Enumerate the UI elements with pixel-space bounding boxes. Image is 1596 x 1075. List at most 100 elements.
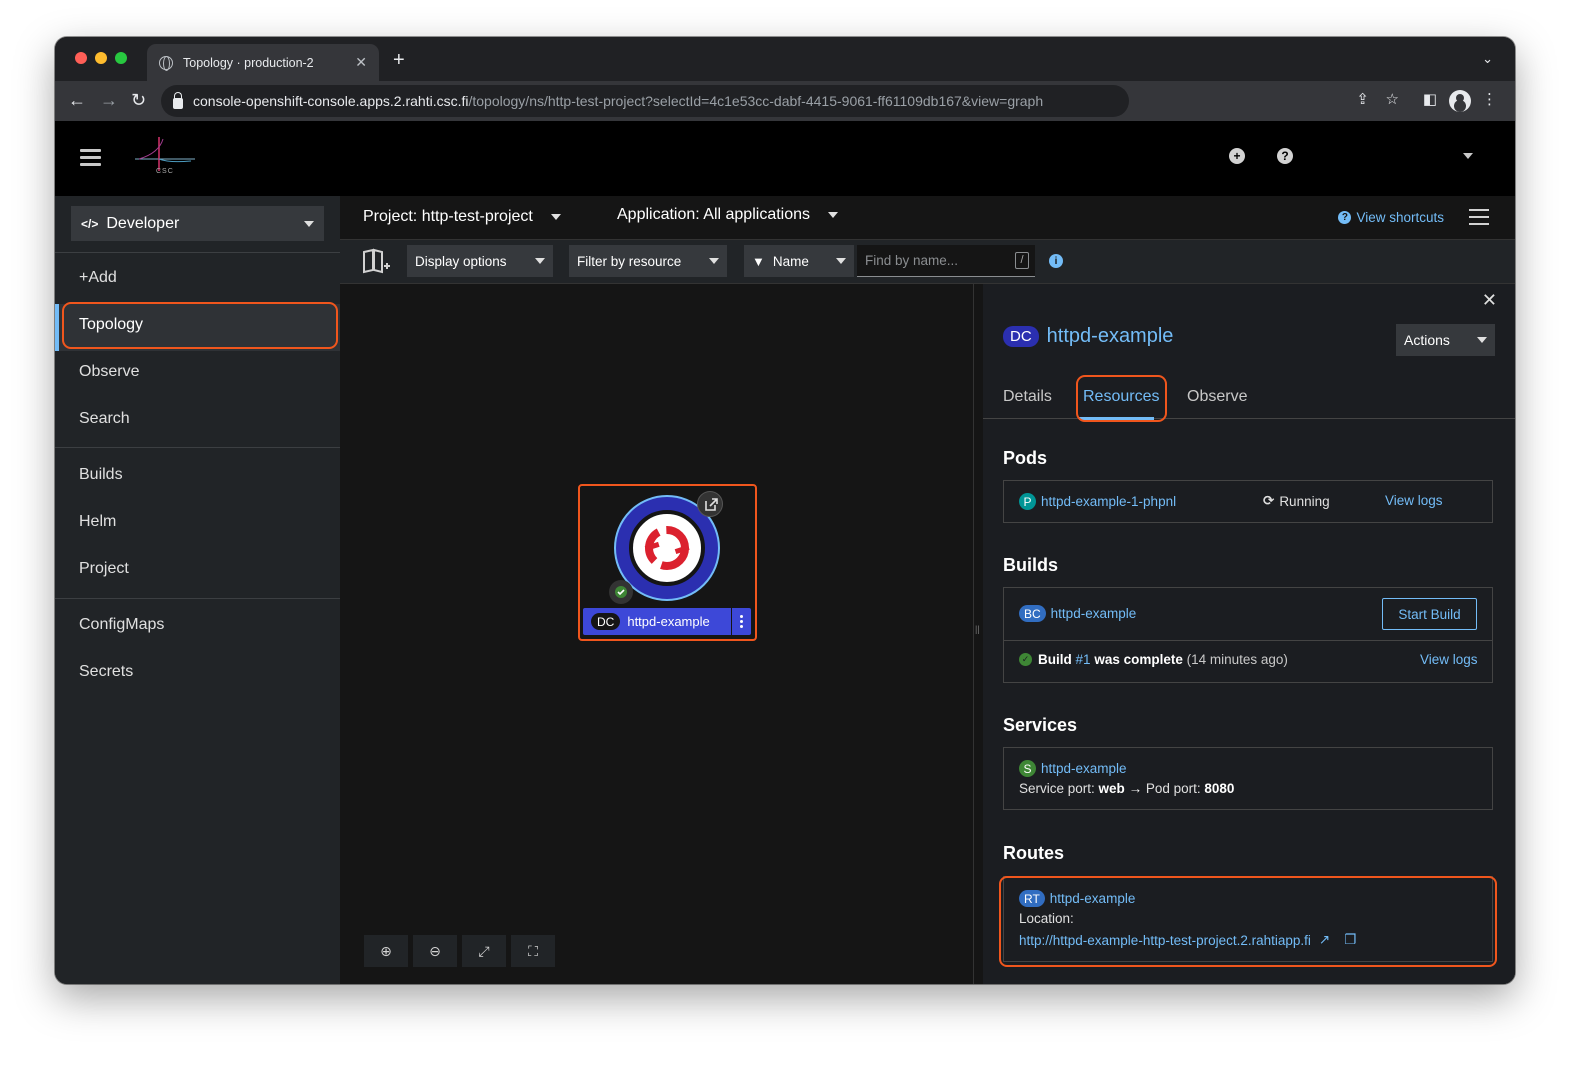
- close-panel-icon[interactable]: ✕: [1482, 290, 1497, 311]
- quick-create-icon[interactable]: +: [1229, 148, 1245, 164]
- find-by-name-placeholder: Find by name...: [865, 253, 959, 268]
- panel-tabs: Details Resources Observe: [983, 380, 1515, 420]
- sidebar-item-add[interactable]: +Add: [79, 269, 117, 287]
- list-view-icon[interactable]: [1469, 209, 1489, 225]
- service-row: S httpd-example: [1019, 760, 1127, 777]
- close-window-button[interactable]: [75, 52, 87, 64]
- sidebar-divider: [55, 252, 340, 253]
- build-view-logs-link[interactable]: View logs: [1420, 652, 1478, 667]
- project-selector[interactable]: Project: http-test-project: [363, 208, 561, 226]
- actions-dropdown[interactable]: Actions: [1396, 324, 1495, 356]
- display-options-label: Display options: [415, 253, 507, 269]
- sidebar-divider: [55, 598, 340, 599]
- browser-address-bar: ← → ↻ console-openshift-console.apps.2.r…: [55, 81, 1515, 121]
- services-heading: Services: [1003, 715, 1078, 735]
- sidebar-divider: [55, 447, 340, 448]
- profile-avatar-icon[interactable]: [1449, 90, 1471, 112]
- caret-down-icon: [1477, 337, 1487, 343]
- perspective-switcher[interactable]: </> Developer: [71, 206, 324, 241]
- code-icon: </>: [81, 216, 99, 231]
- quick-search-book-icon[interactable]: [362, 248, 392, 276]
- new-tab-icon[interactable]: +: [393, 49, 405, 72]
- name-filter-dropdown[interactable]: ▼ Name: [744, 245, 854, 277]
- tab-search-chevron-icon[interactable]: ⌄: [1482, 51, 1493, 67]
- service-port-label: Service port:: [1019, 781, 1095, 796]
- find-by-name-input[interactable]: Find by name... /: [857, 245, 1035, 277]
- user-menu-chevron-icon[interactable]: [1463, 153, 1473, 159]
- url-field[interactable]: console-openshift-console.apps.2.rahti.c…: [161, 85, 1129, 117]
- forward-icon[interactable]: →: [100, 90, 118, 111]
- zoom-in-button[interactable]: ⊕: [364, 935, 408, 967]
- csc-logo[interactable]: CSC: [135, 135, 195, 181]
- sidebar-item-builds[interactable]: Builds: [79, 466, 123, 484]
- url-path: /topology/ns/http-test-project?selectId=…: [468, 93, 1044, 109]
- pod-name-link[interactable]: httpd-example-1-phpnl: [1041, 494, 1176, 509]
- pod-row: P httpd-example-1-phpnl: [1019, 493, 1176, 510]
- pod-port-label: Pod port:: [1145, 781, 1201, 796]
- pod-view-logs-link[interactable]: View logs: [1385, 493, 1443, 508]
- side-panel-icon[interactable]: ◧: [1423, 90, 1437, 108]
- highlight-routes: [999, 876, 1497, 967]
- build-config-link[interactable]: httpd-example: [1051, 606, 1137, 621]
- info-icon[interactable]: i: [1049, 254, 1063, 268]
- service-name-link[interactable]: httpd-example: [1041, 761, 1127, 776]
- panel-resource-name[interactable]: httpd-example: [1047, 325, 1174, 348]
- start-build-button[interactable]: Start Build: [1382, 598, 1477, 630]
- tab-details[interactable]: Details: [1003, 388, 1052, 406]
- display-options-dropdown[interactable]: Display options: [407, 245, 553, 277]
- bookmark-star-icon[interactable]: ☆: [1386, 90, 1399, 108]
- topology-toolbar: Display options Filter by resource ▼ Nam…: [340, 240, 1515, 284]
- browser-tab[interactable]: Topology · production-2 ✕: [147, 44, 379, 81]
- highlight-node: [578, 484, 757, 641]
- maximize-window-button[interactable]: [115, 52, 127, 64]
- perspective-label: Developer: [106, 214, 180, 232]
- sidebar-item-secrets[interactable]: Secrets: [79, 663, 133, 681]
- arrow-right-icon: →: [1128, 781, 1143, 796]
- application-selector[interactable]: Application: All applications: [617, 206, 839, 224]
- service-port-row: Service port: web → Pod port: 8080: [1019, 781, 1234, 796]
- tab-observe[interactable]: Observe: [1187, 388, 1247, 406]
- resource-side-panel: ✕ DC httpd-example Actions Details Resou…: [983, 284, 1515, 984]
- application-selector-label: Application: All applications: [617, 206, 811, 223]
- build-time: (14 minutes ago): [1186, 652, 1288, 667]
- caret-down-icon: [836, 258, 846, 264]
- build-suffix: was complete: [1094, 652, 1183, 667]
- panel-resize-handle[interactable]: [973, 284, 983, 984]
- build-config-badge: BC: [1019, 605, 1046, 622]
- close-tab-icon[interactable]: ✕: [355, 54, 367, 71]
- view-shortcuts-link[interactable]: ? View shortcuts: [1338, 210, 1444, 225]
- back-icon[interactable]: ←: [68, 90, 86, 111]
- highlight-topology: [62, 302, 338, 349]
- fit-to-screen-button[interactable]: ⤢: [462, 935, 506, 967]
- pod-badge: P: [1019, 493, 1036, 510]
- reload-icon[interactable]: ↻: [131, 90, 146, 111]
- hamburger-menu-icon[interactable]: [80, 149, 101, 167]
- sidebar-item-helm[interactable]: Helm: [79, 513, 116, 531]
- build-status-row: ✓ Build #1 was complete (14 minutes ago): [1019, 652, 1288, 667]
- console-masthead: CSC + ?: [55, 121, 1515, 196]
- sidebar-item-observe[interactable]: Observe: [79, 363, 139, 381]
- sidebar-item-configmaps[interactable]: ConfigMaps: [79, 616, 164, 634]
- pod-status: ⟳ Running: [1263, 493, 1330, 509]
- caret-down-icon: [550, 214, 561, 220]
- build-config-row: BC httpd-example: [1019, 605, 1136, 622]
- topology-canvas[interactable]: DC httpd-example ⊕ ⊖ ⤢ ⛶: [340, 284, 973, 984]
- service-badge: S: [1019, 760, 1036, 777]
- browser-window: Topology · production-2 ✕ + ⌄ ← → ↻ cons…: [55, 37, 1515, 984]
- view-shortcuts-label: View shortcuts: [1356, 210, 1444, 225]
- share-icon[interactable]: ⇪: [1356, 90, 1369, 108]
- caret-down-icon: [709, 258, 719, 264]
- zoom-out-button[interactable]: ⊖: [413, 935, 457, 967]
- caret-down-icon: [828, 212, 839, 218]
- help-icon[interactable]: ?: [1277, 148, 1293, 164]
- minimize-window-button[interactable]: [95, 52, 107, 64]
- filter-by-resource-dropdown[interactable]: Filter by resource: [569, 245, 727, 277]
- zoom-controls: ⊕ ⊖ ⤢ ⛶: [364, 935, 560, 967]
- services-card: S httpd-example Service port: web → Pod …: [1003, 747, 1493, 810]
- sidebar-item-search[interactable]: Search: [79, 410, 130, 428]
- sidebar-item-project[interactable]: Project: [79, 560, 129, 578]
- reset-view-button[interactable]: ⛶: [511, 935, 555, 967]
- browser-menu-icon[interactable]: ⋮: [1482, 90, 1497, 108]
- service-port-value: web: [1098, 781, 1125, 796]
- build-number-link[interactable]: #1: [1076, 652, 1091, 667]
